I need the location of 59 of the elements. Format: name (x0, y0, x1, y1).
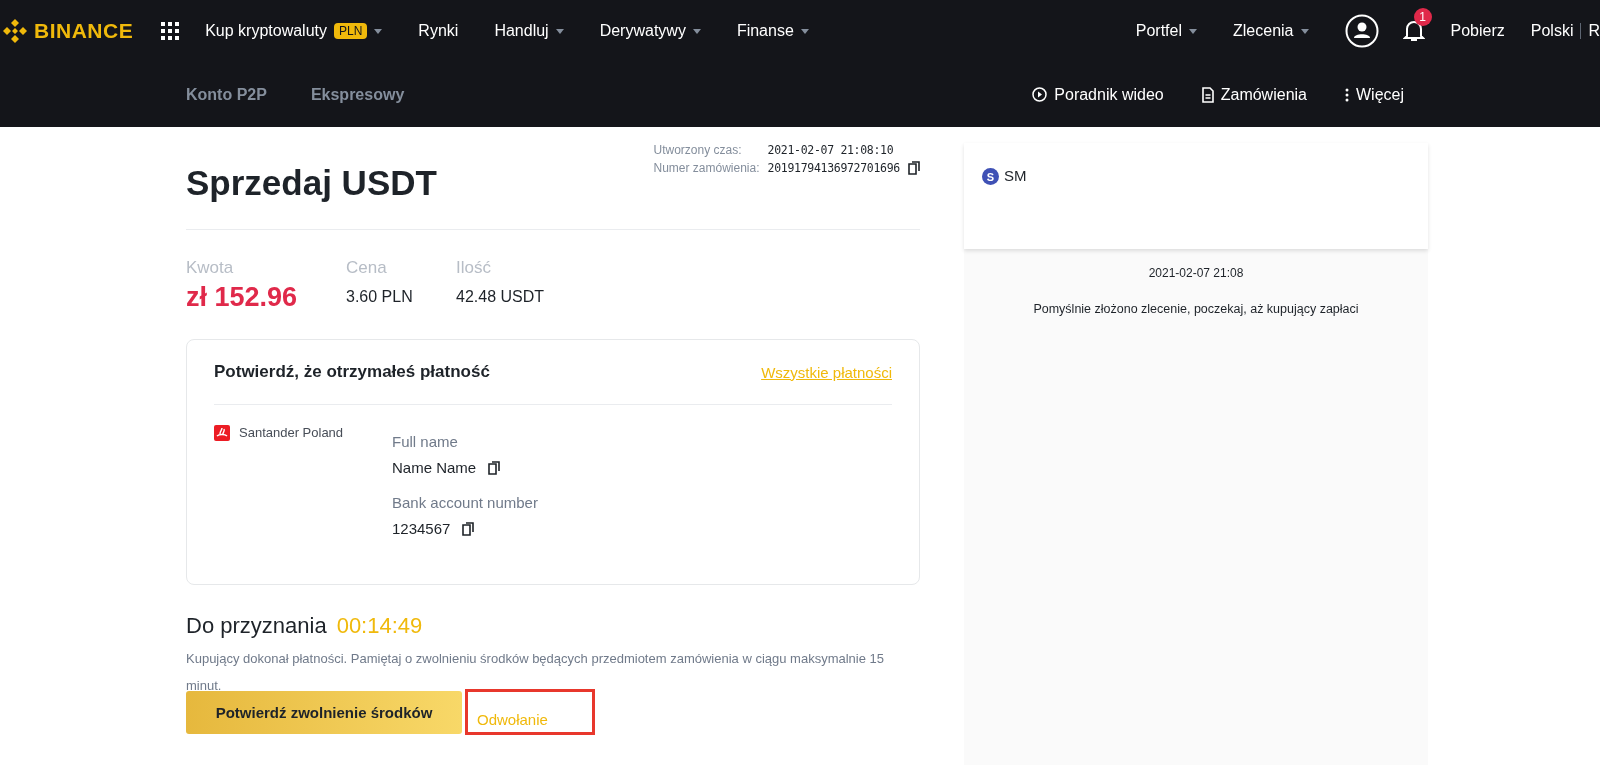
meta-label: Utworzony czas: (653, 143, 743, 157)
nav-tab[interactable]: Konto P2P (186, 85, 267, 104)
toolbar-link[interactable]: Więcej (1356, 85, 1404, 104)
meta-value: 2021-02-07 21:08:10 (767, 143, 895, 157)
nav-link[interactable]: Zlecenia (1233, 22, 1294, 40)
page-title: Sprzedaj USDT (186, 163, 437, 203)
play-icon (1032, 87, 1048, 102)
notification-badge: 1 (1413, 8, 1432, 26)
nav-link[interactable]: Derywatywy (599, 22, 686, 40)
caret-icon (1189, 28, 1197, 34)
bell-icon[interactable] (1402, 19, 1425, 43)
stat-value: 3.60 PLN (346, 287, 414, 307)
meta-value: 20191794136972701696 (767, 161, 900, 175)
nav-link[interactable]: Kup kryptowaluty (205, 22, 327, 40)
bank-name: Santander Poland (239, 425, 344, 440)
toolbar-link[interactable]: Zamówienia (1220, 85, 1307, 104)
download-link[interactable]: Pobierz (1450, 22, 1505, 40)
toolbar-link[interactable]: Poradnik wideo (1054, 85, 1164, 104)
meta-label: Numer zamówienia: (653, 161, 760, 175)
apps-grid-icon[interactable] (161, 22, 180, 40)
stat-value: zł 152.96 (186, 285, 299, 309)
logo-icon[interactable] (2, 18, 28, 44)
currency-badge: PLN (334, 23, 368, 39)
currency-link[interactable]: R (1588, 22, 1600, 40)
stat-label: Cena (346, 258, 388, 278)
field-label: Bank account number (392, 494, 538, 511)
caret-icon (800, 28, 809, 34)
caret-icon (555, 28, 564, 34)
stat-label: Ilość (456, 258, 492, 278)
user-name: SM (1004, 167, 1027, 184)
avatar: S (982, 168, 999, 185)
nav-link[interactable]: Rynki (418, 22, 459, 40)
release-label: Do przyznania (186, 613, 327, 639)
language-link[interactable]: Polski (1530, 22, 1574, 40)
countdown-timer: 00:14:49 (336, 613, 423, 639)
bank-logo-icon (214, 425, 230, 441)
nav-tab[interactable]: Ekspresowy (310, 85, 405, 104)
stat-label: Kwota (186, 258, 235, 278)
more-icon (1345, 87, 1349, 102)
stat-value: 42.48 USDT (456, 287, 545, 307)
field-label: Full name (392, 433, 459, 450)
message-time: 2021-02-07 21:08 (1147, 266, 1245, 280)
caret-icon (692, 28, 701, 34)
copy-icon[interactable] (488, 460, 501, 475)
caret-icon (1300, 28, 1309, 34)
copy-icon[interactable] (908, 161, 920, 175)
copy-icon[interactable] (462, 521, 475, 536)
field-value: 1234567 (392, 520, 451, 537)
system-message: Pomyślnie złożono zlecenie, poczekaj, aż kupujący zapłaci (1032, 302, 1360, 316)
logo-text[interactable]: BINANCE (34, 19, 134, 43)
nav-link[interactable]: Finanse (736, 22, 794, 40)
card-title: Potwierdź, że otrzymałeś płatność (214, 362, 490, 382)
nav-link[interactable]: Portfel (1135, 22, 1182, 40)
field-value: Name Name (392, 459, 477, 476)
document-icon (1201, 86, 1214, 103)
nav-link[interactable]: Handluj (494, 22, 549, 40)
confirm-release-button[interactable]: Potwierdź zwolnienie środków (186, 691, 462, 734)
user-icon[interactable] (1344, 14, 1379, 48)
caret-icon (374, 28, 383, 34)
